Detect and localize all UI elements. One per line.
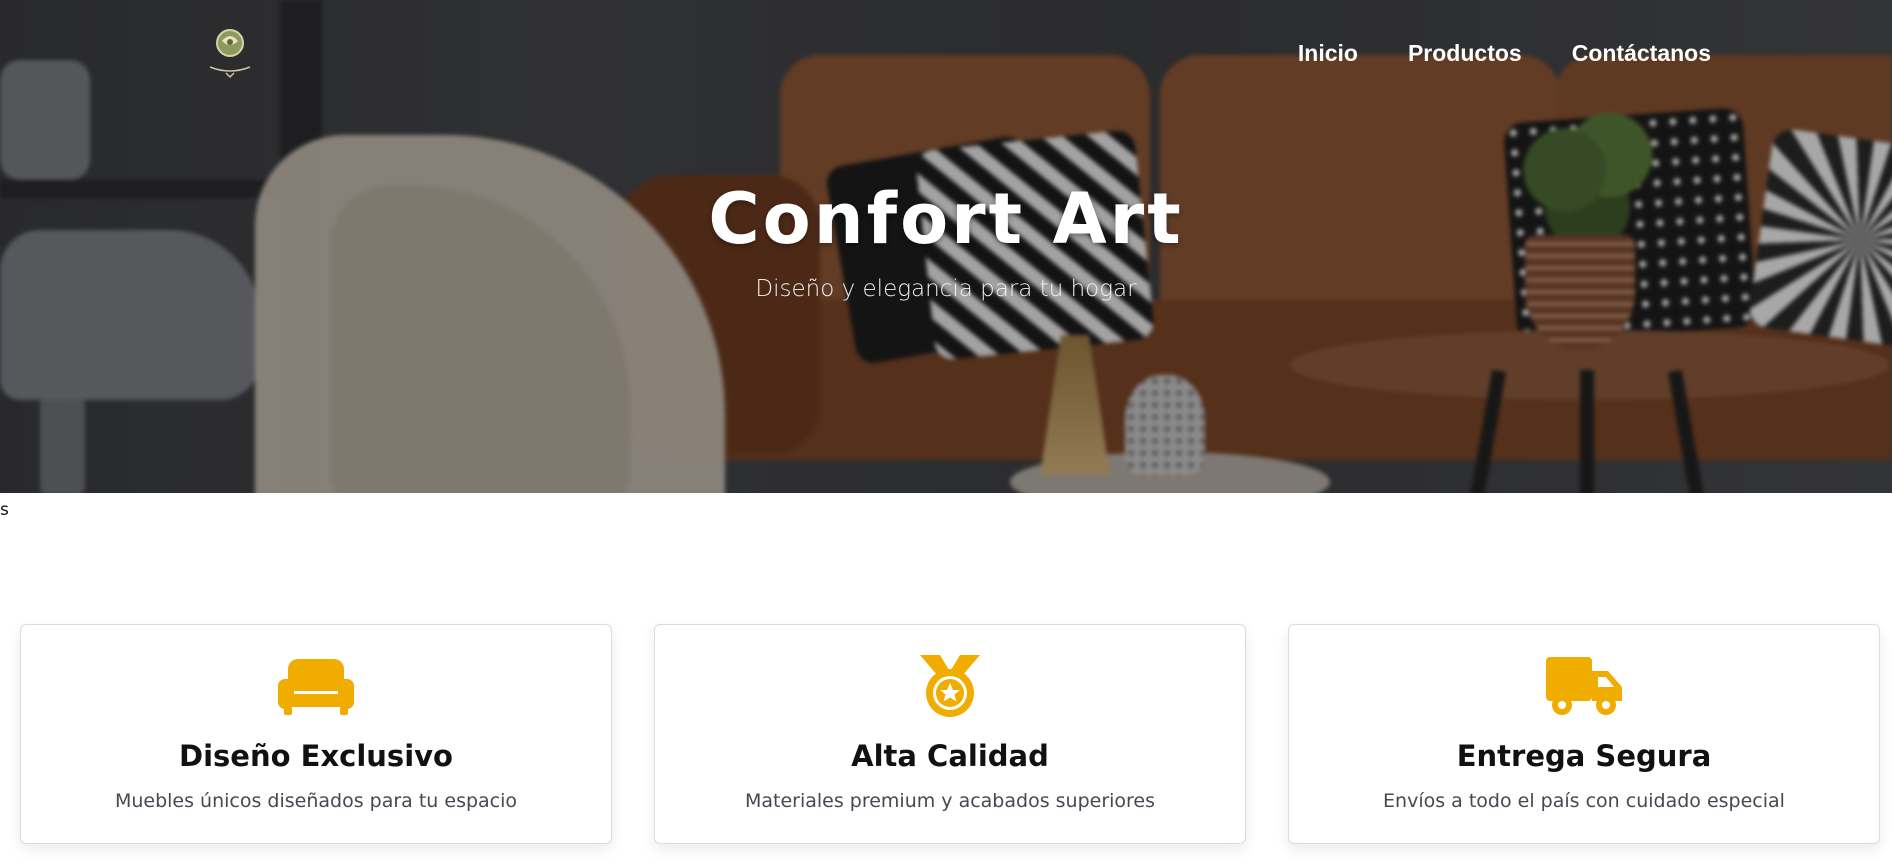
hero-title: Confort Art xyxy=(708,178,1184,260)
hero-section: Inicio Productos Contáctanos Confort Art… xyxy=(0,0,1892,493)
feature-card-calidad: Alta Calidad Materiales premium y acabad… xyxy=(654,624,1246,844)
hero-subtitle: Diseño y elegancia para tu hogar xyxy=(755,276,1137,302)
feature-title: Diseño Exclusivo xyxy=(179,739,453,773)
sofa-icon xyxy=(276,653,356,719)
nav-link-productos[interactable]: Productos xyxy=(1408,40,1522,67)
feature-description: Materiales premium y acabados superiores xyxy=(744,790,1156,812)
feature-description: Muebles únicos diseñados para tu espacio xyxy=(114,790,518,812)
nav-link-contactanos[interactable]: Contáctanos xyxy=(1572,40,1711,67)
feature-card-diseno: Diseño Exclusivo Muebles únicos diseñado… xyxy=(20,624,612,844)
main-nav: Inicio Productos Contáctanos xyxy=(1298,40,1711,67)
feature-title: Entrega Segura xyxy=(1456,739,1712,773)
medal-icon xyxy=(910,653,990,719)
nav-link-inicio[interactable]: Inicio xyxy=(1298,40,1358,67)
truck-icon xyxy=(1544,653,1624,719)
feature-description: Envíos a todo el país con cuidado especi… xyxy=(1383,790,1785,812)
confort-logo-icon[interactable] xyxy=(202,27,258,79)
feature-title: Alta Calidad xyxy=(851,739,1049,773)
stray-text: s xyxy=(0,500,9,520)
feature-card-entrega: Entrega Segura Envíos a todo el país con… xyxy=(1288,624,1880,844)
